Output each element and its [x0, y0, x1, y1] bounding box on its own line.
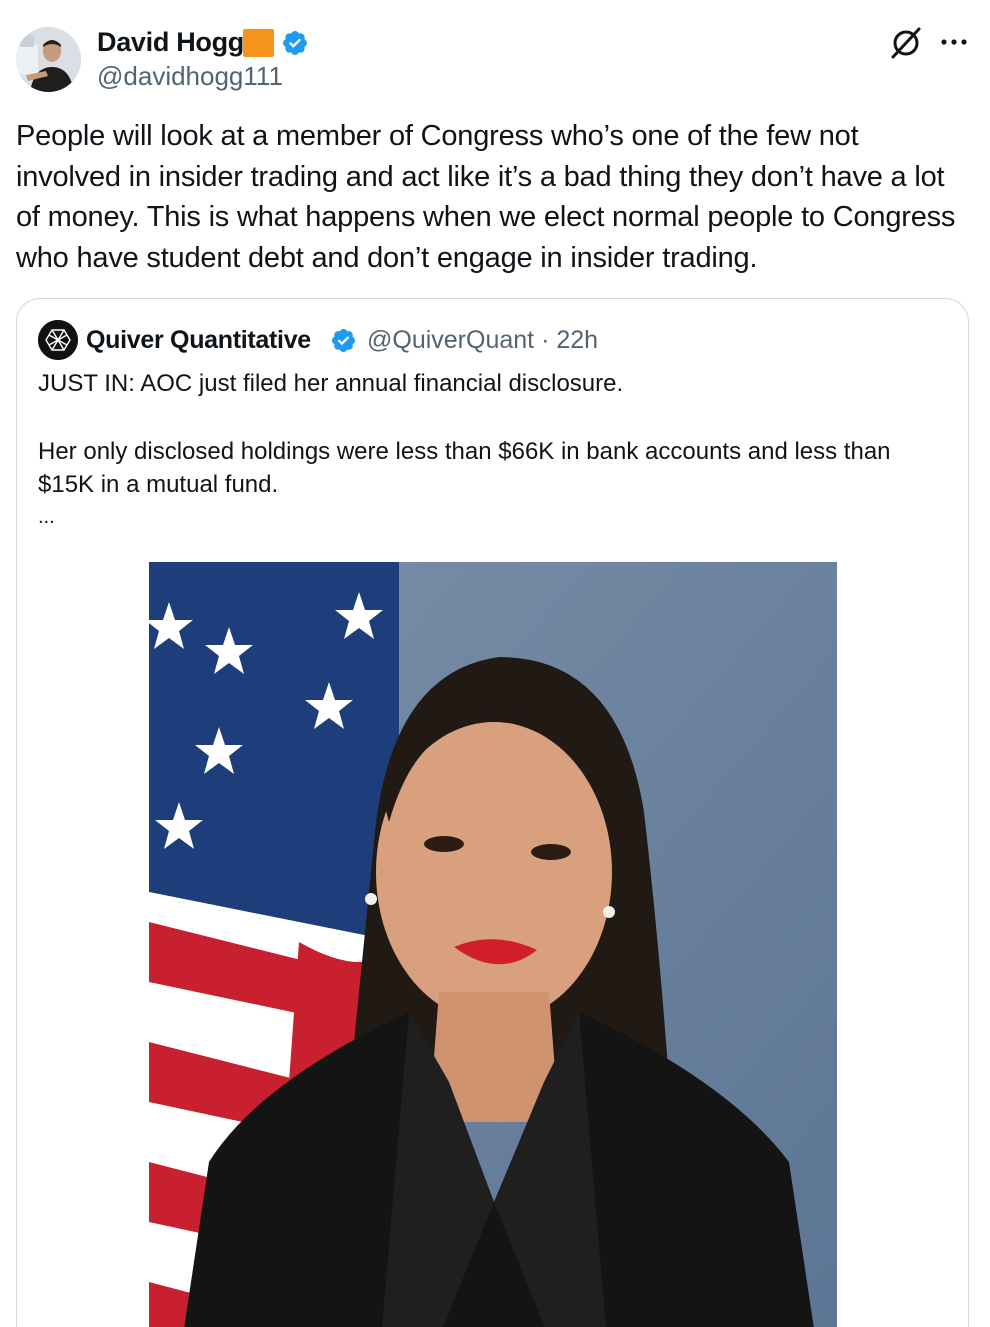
quote-meta: @QuiverQuant · 22h — [367, 325, 598, 355]
quote-timestamp[interactable]: 22h — [556, 326, 598, 354]
quote-verified-badge-icon[interactable] — [330, 327, 357, 354]
author-handle[interactable]: @davidhogg111 — [97, 60, 283, 92]
grok-icon[interactable] — [888, 25, 924, 61]
orange-square-badge-icon — [243, 29, 274, 57]
quote-photo[interactable] — [149, 562, 837, 1327]
quote-text: JUST IN: AOC just filed her annual finan… — [38, 367, 948, 502]
quote-text-line-2: Her only disclosed holdings were less th… — [38, 437, 898, 499]
author-avatar[interactable] — [16, 27, 81, 92]
tweet: David Hogg @davidhogg111 People will loo… — [0, 0, 990, 1327]
tweet-text: People will look at a member of Congress… — [16, 120, 956, 274]
quote-author-handle[interactable]: @QuiverQuant — [367, 326, 534, 354]
quote-separator: · — [541, 326, 550, 354]
quote-text-line-1: JUST IN: AOC just filed her annual finan… — [38, 370, 624, 397]
author-name[interactable]: David Hogg — [97, 26, 244, 58]
quote-more-ellipsis: ... — [38, 506, 55, 528]
quote-author-avatar[interactable] — [38, 320, 78, 360]
verified-badge-icon[interactable] — [281, 29, 309, 57]
more-icon[interactable] — [938, 33, 970, 51]
quote-author-name[interactable]: Quiver Quantitative — [86, 325, 311, 355]
quoted-post-card[interactable]: Quiver Quantitative @QuiverQuant · 22h J… — [16, 298, 969, 1327]
